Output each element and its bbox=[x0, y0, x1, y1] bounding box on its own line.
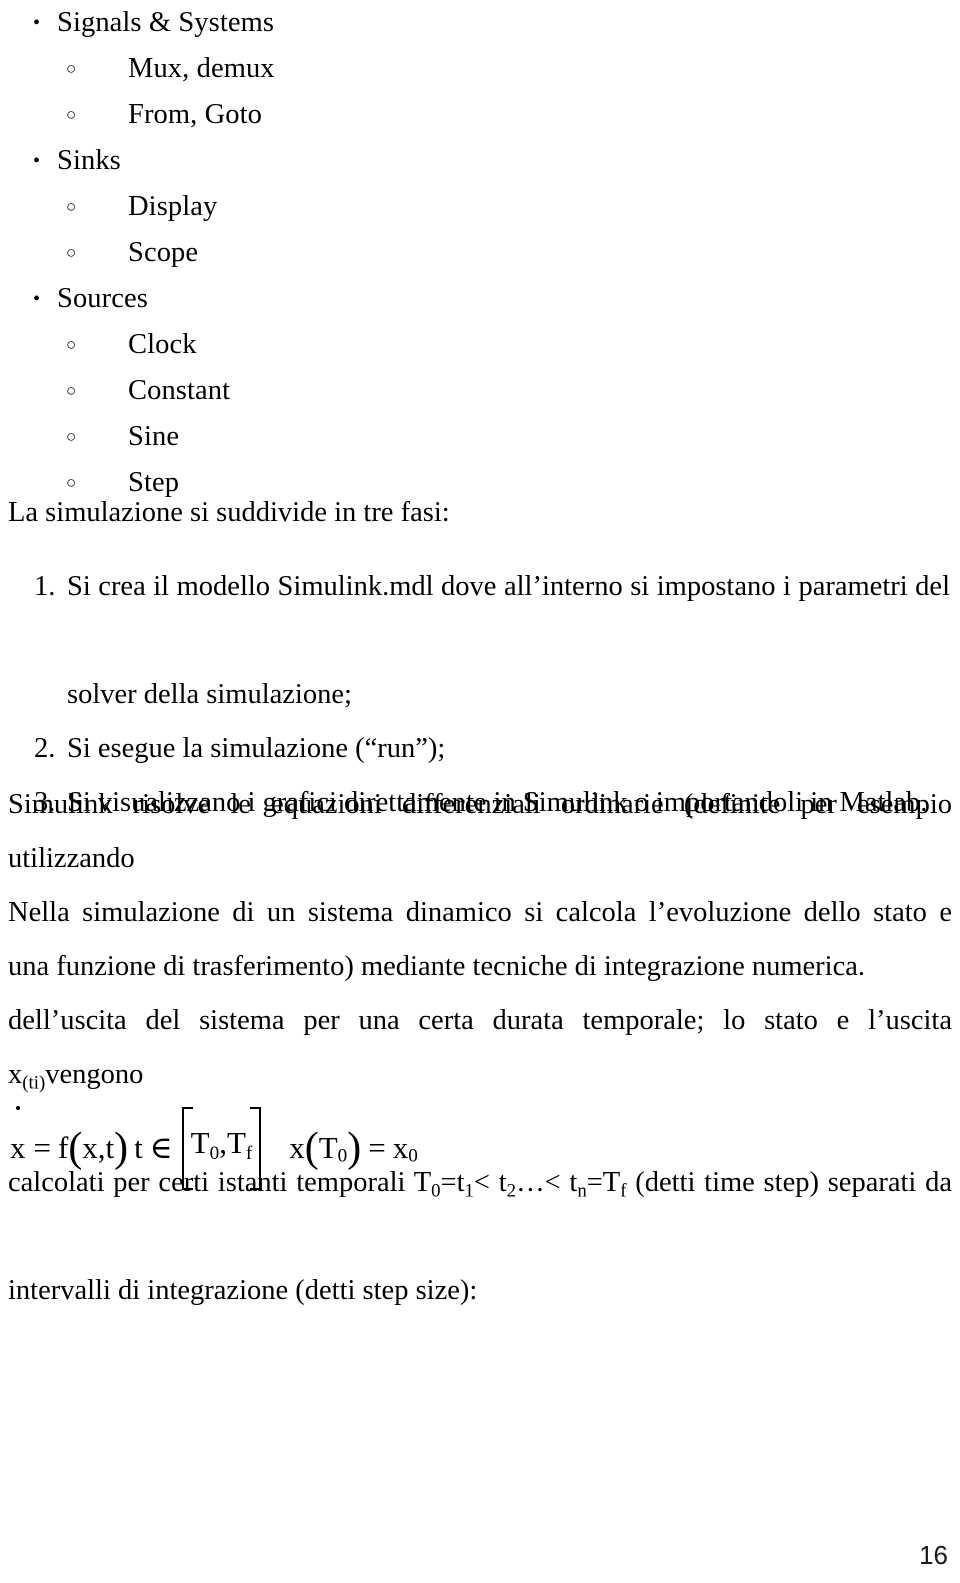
subscript-n: n bbox=[577, 1180, 587, 1202]
bullet-item-label: Constant bbox=[128, 375, 231, 406]
subscript-0: 0 bbox=[408, 1145, 418, 1167]
circle-bullet-icon: ○ bbox=[66, 59, 77, 78]
text-segment: vengono bbox=[45, 1059, 144, 1090]
bullet-item-label: Clock bbox=[128, 329, 197, 360]
interval-separator: ,T bbox=[219, 1125, 246, 1160]
text-line: Si crea il modello Simulink.mdl dove all… bbox=[67, 571, 950, 602]
function-f: f bbox=[57, 1130, 69, 1166]
text-line: Nella simulazione di un sistema dinamico… bbox=[8, 897, 952, 928]
text-segment: =T bbox=[586, 1167, 621, 1198]
disc-bullet-icon: • bbox=[33, 150, 41, 172]
list-number: 1. bbox=[34, 571, 56, 602]
subscript-0: 0 bbox=[431, 1180, 441, 1202]
subscript-f: f bbox=[245, 1142, 253, 1164]
subscript-1: 1 bbox=[464, 1180, 474, 1202]
text-segment: =t bbox=[440, 1167, 465, 1198]
interval-start: T bbox=[190, 1125, 210, 1160]
disc-bullet-icon: • bbox=[33, 288, 41, 310]
bullet-item-label: Step bbox=[128, 467, 180, 498]
block-list: • Signals & Systems ○ Mux, demux ○ From, Goto… bbox=[0, 0, 960, 506]
circle-bullet-icon: ○ bbox=[66, 197, 77, 216]
document-page: • Signals & Systems ○ Mux, demux ○ From, Goto… bbox=[0, 0, 960, 1583]
bullet-item-label: Sine bbox=[128, 421, 180, 452]
derivative-dot-icon bbox=[16, 1106, 21, 1111]
text-segment: dell’uscita del sistema per una certa du… bbox=[8, 1005, 952, 1090]
text-line: solver della simulazione; bbox=[67, 679, 352, 710]
close-paren: ) bbox=[114, 1124, 129, 1171]
bullet-item-label: Mux, demux bbox=[128, 53, 275, 84]
ordered-list-item: 2. Si esegue la simulazione (“run”); bbox=[0, 722, 960, 776]
circle-bullet-icon: ○ bbox=[66, 427, 77, 446]
bullet-item-level2: ○ Sine bbox=[0, 414, 960, 460]
interval-bracket: T0,Tf bbox=[181, 1107, 262, 1190]
bullet-item-level2: ○ Clock bbox=[0, 322, 960, 368]
page-number: 16 bbox=[919, 1540, 948, 1570]
bullet-item-label: Sinks bbox=[57, 145, 121, 176]
lead-paragraph: La simulazione si suddivide in tre fasi: bbox=[8, 497, 450, 528]
bullet-item-label: Display bbox=[128, 191, 218, 222]
text-line: intervalli di integrazione (detti step s… bbox=[8, 1275, 478, 1306]
text-segment: (detti time step) separati da bbox=[626, 1167, 952, 1198]
bullet-item-label: Scope bbox=[128, 237, 199, 268]
equals-sign: = bbox=[33, 1130, 51, 1166]
x-dot-symbol: x bbox=[10, 1106, 27, 1171]
subscript-2: 2 bbox=[506, 1180, 517, 1202]
text-segment: …< t bbox=[516, 1167, 578, 1198]
variable-x: x bbox=[10, 1130, 26, 1166]
equals-sign: = bbox=[368, 1130, 386, 1166]
text-line: Si esegue la simulazione (“run”); bbox=[67, 733, 446, 764]
circle-bullet-icon: ○ bbox=[66, 335, 77, 354]
subscript-ti: (ti) bbox=[22, 1072, 46, 1094]
ordered-list-item: 1. Si crea il modello Simulink.mdl dove … bbox=[0, 560, 960, 722]
bullet-item-label: From, Goto bbox=[128, 99, 263, 130]
circle-bullet-icon: ○ bbox=[66, 105, 77, 124]
open-paren: ( bbox=[68, 1124, 83, 1171]
bullet-item-level2: ○ Constant bbox=[0, 368, 960, 414]
bullet-item-level2: ○ Mux, demux bbox=[0, 46, 960, 92]
circle-bullet-icon: ○ bbox=[66, 243, 77, 262]
variable-x-initial: x bbox=[289, 1130, 305, 1166]
bullet-item-label: Sources bbox=[57, 283, 148, 314]
state-equation: x = f(x,t) t ∈ T0,Tf x(T0) = x0 bbox=[10, 1106, 418, 1190]
list-number: 2. bbox=[34, 733, 56, 764]
open-paren: ( bbox=[304, 1124, 319, 1171]
bullet-item-label: Signals & Systems bbox=[57, 7, 275, 38]
variable-t: t bbox=[134, 1130, 143, 1166]
function-args: x,t bbox=[82, 1130, 115, 1166]
subscript-0: 0 bbox=[209, 1142, 220, 1164]
bullet-item-level1: • Signals & Systems bbox=[0, 0, 960, 46]
bullet-item-level1: • Sources bbox=[0, 276, 960, 322]
element-of-symbol: ∈ bbox=[149, 1130, 173, 1166]
bullet-item-level1: • Sinks bbox=[0, 138, 960, 184]
bullet-item-level2: ○ Display bbox=[0, 184, 960, 230]
list-item-text: Si esegue la simulazione (“run”); bbox=[67, 722, 960, 776]
circle-bullet-icon: ○ bbox=[66, 381, 77, 400]
close-paren: ) bbox=[347, 1124, 362, 1171]
initial-time: T bbox=[318, 1130, 338, 1166]
bullet-item-level2: ○ Scope bbox=[0, 230, 960, 276]
list-item-text: Si crea il modello Simulink.mdl dove all… bbox=[67, 560, 960, 722]
disc-bullet-icon: • bbox=[33, 12, 41, 34]
initial-condition: x bbox=[392, 1130, 409, 1166]
body-paragraph-2: Nella simulazione di un sistema dinamico… bbox=[8, 886, 952, 1318]
text-segment: < t bbox=[473, 1167, 507, 1198]
bullet-item-level2: ○ From, Goto bbox=[0, 92, 960, 138]
subscript-0: 0 bbox=[337, 1145, 348, 1167]
